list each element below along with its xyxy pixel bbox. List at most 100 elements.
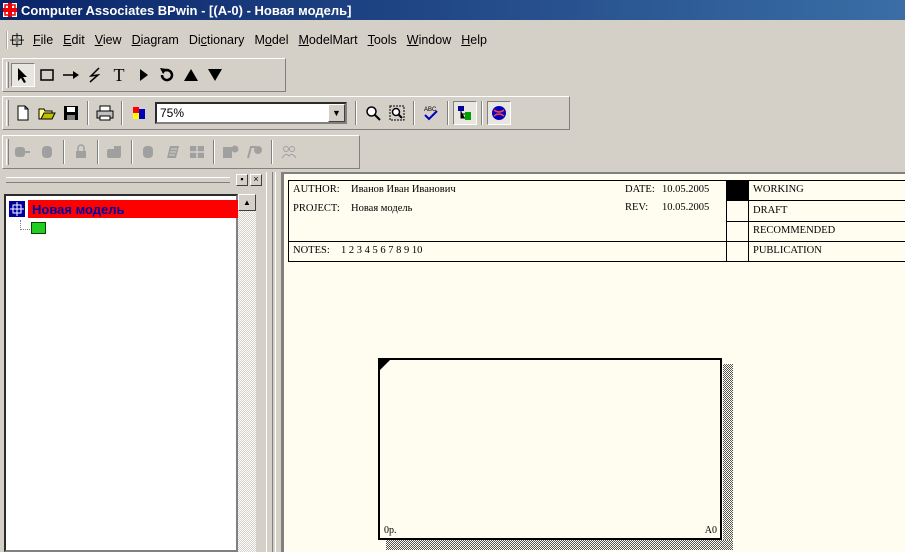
mm-merge-button[interactable] — [161, 140, 185, 164]
status-publication[interactable]: PUBLICATION — [753, 245, 822, 256]
toolbar-grip[interactable] — [6, 62, 9, 88]
zoom-value: 75% — [160, 106, 185, 120]
project-value[interactable]: Новая модель — [351, 203, 412, 214]
menu-edit[interactable]: Edit — [58, 33, 90, 47]
frame-divider — [289, 241, 905, 242]
disconnect-icon — [42, 146, 52, 158]
connect-icon — [15, 147, 30, 157]
model-explorer-button[interactable] — [453, 101, 477, 125]
panel-splitter[interactable] — [266, 172, 282, 552]
panel-close-button[interactable]: × — [250, 173, 262, 186]
chevron-down-icon[interactable]: ▼ — [328, 104, 345, 122]
tree-child-node[interactable] — [20, 220, 46, 234]
menu-window[interactable]: Window — [402, 33, 456, 47]
zoom-fit-icon — [389, 105, 405, 121]
menu-file[interactable]: File — [28, 33, 58, 47]
restore-icon: ▪ — [240, 173, 244, 184]
diagram-canvas[interactable]: AUTHOR: Иванов Иван Иванович PROJECT: Но… — [282, 172, 905, 552]
panel-float-button[interactable]: ▪ — [236, 173, 248, 186]
tree-root-label[interactable]: Новая модель — [28, 200, 256, 218]
mm-grid-button[interactable] — [185, 140, 209, 164]
squiggle-tool-button[interactable] — [83, 63, 107, 87]
pointer-icon — [18, 68, 27, 83]
drawing-toolbar: T — [2, 58, 286, 92]
save-button[interactable] — [59, 101, 83, 125]
activity-node-icon[interactable] — [31, 222, 46, 234]
mm-report-button[interactable] — [243, 140, 267, 164]
text-tool-button[interactable]: T — [107, 63, 131, 87]
tree-root-node[interactable]: Новая модель — [8, 199, 256, 219]
floppy-disk-icon — [64, 106, 78, 120]
author-value[interactable]: Иванов Иван Иванович — [351, 184, 456, 195]
bpwin-app-icon[interactable] — [2, 2, 18, 18]
spellcheck-icon: ABC — [424, 107, 438, 121]
context-activity-box[interactable]: 0р. A0 — [378, 358, 722, 540]
toolbar-separator — [97, 140, 99, 164]
frame-divider — [726, 221, 905, 222]
mm-security-button[interactable] — [219, 140, 243, 164]
menu-view[interactable]: View — [90, 33, 127, 47]
toolbar-separator — [447, 101, 449, 125]
pointer-tool-button[interactable] — [11, 63, 35, 87]
working-status-marker — [726, 181, 748, 200]
go-to-sibling-button[interactable] — [131, 63, 155, 87]
box-tool-button[interactable] — [35, 63, 59, 87]
project-label: PROJECT: — [293, 203, 340, 214]
toolbar-grip[interactable] — [6, 100, 9, 126]
modelmart-button[interactable] — [487, 101, 511, 125]
menu-help[interactable]: Help — [456, 33, 492, 47]
mm-lock-button[interactable] — [69, 140, 93, 164]
menu-modelmart[interactable]: ModelMart — [294, 33, 363, 47]
frame-divider — [726, 200, 905, 201]
triangle-up-icon — [184, 69, 198, 81]
box-icon — [40, 69, 54, 81]
rev-value[interactable]: 10.05.2005 — [662, 202, 709, 213]
panel-grip[interactable] — [6, 176, 230, 183]
status-working[interactable]: WORKING — [753, 184, 804, 195]
go-down-button[interactable] — [203, 63, 227, 87]
menu-bar: File Edit View Diagram Dictionary Model … — [0, 27, 905, 53]
lock-icon — [76, 144, 86, 158]
zoom-button[interactable] — [361, 101, 385, 125]
users-icon — [281, 146, 297, 159]
tree-scrollbar[interactable]: ▲ — [238, 194, 256, 552]
status-draft[interactable]: DRAFT — [753, 205, 787, 216]
go-up-button[interactable] — [179, 63, 203, 87]
print-button[interactable] — [93, 101, 117, 125]
play-right-icon — [140, 69, 148, 81]
notes-value[interactable]: 1 2 3 4 5 6 7 8 9 10 — [341, 245, 422, 256]
arrow-tool-button[interactable] — [59, 63, 83, 87]
mm-library-button[interactable] — [103, 140, 127, 164]
menu-diagram[interactable]: Diagram — [127, 33, 184, 47]
mm-disconnect-button[interactable] — [35, 140, 59, 164]
mm-users-button[interactable] — [277, 140, 301, 164]
box-number: A0 — [704, 525, 717, 536]
status-recommended[interactable]: RECOMMENDED — [753, 225, 835, 236]
menu-tools[interactable]: Tools — [363, 33, 402, 47]
mm-model-button[interactable] — [137, 140, 161, 164]
open-button[interactable] — [35, 101, 59, 125]
report-icon — [247, 146, 262, 159]
rotate-icon — [160, 68, 174, 82]
mm-connect-button[interactable] — [11, 140, 35, 164]
modelmart-toolbar — [2, 135, 360, 169]
box-shadow — [723, 364, 733, 544]
toolbar-separator — [413, 101, 415, 125]
merge-icon — [167, 146, 179, 158]
spelling-button[interactable]: ABC — [419, 101, 443, 125]
scroll-up-icon[interactable]: ▲ — [238, 194, 256, 211]
zoom-fit-button[interactable] — [385, 101, 409, 125]
zoom-select[interactable]: 75% ▼ — [155, 102, 347, 124]
new-button[interactable] — [11, 101, 35, 125]
menu-dictionary[interactable]: Dictionary — [184, 33, 250, 47]
menu-model[interactable]: Model — [249, 33, 293, 47]
tree-view-icon — [458, 106, 471, 120]
toolbar-grip[interactable] — [6, 139, 9, 165]
date-value[interactable]: 10.05.2005 — [662, 184, 709, 195]
color-button[interactable] — [127, 101, 151, 125]
text-icon: T — [113, 65, 125, 85]
author-label: AUTHOR: — [293, 184, 340, 195]
document-system-icon[interactable] — [6, 31, 24, 49]
go-to-parent-button[interactable] — [155, 63, 179, 87]
rev-label: REV: — [625, 202, 649, 213]
